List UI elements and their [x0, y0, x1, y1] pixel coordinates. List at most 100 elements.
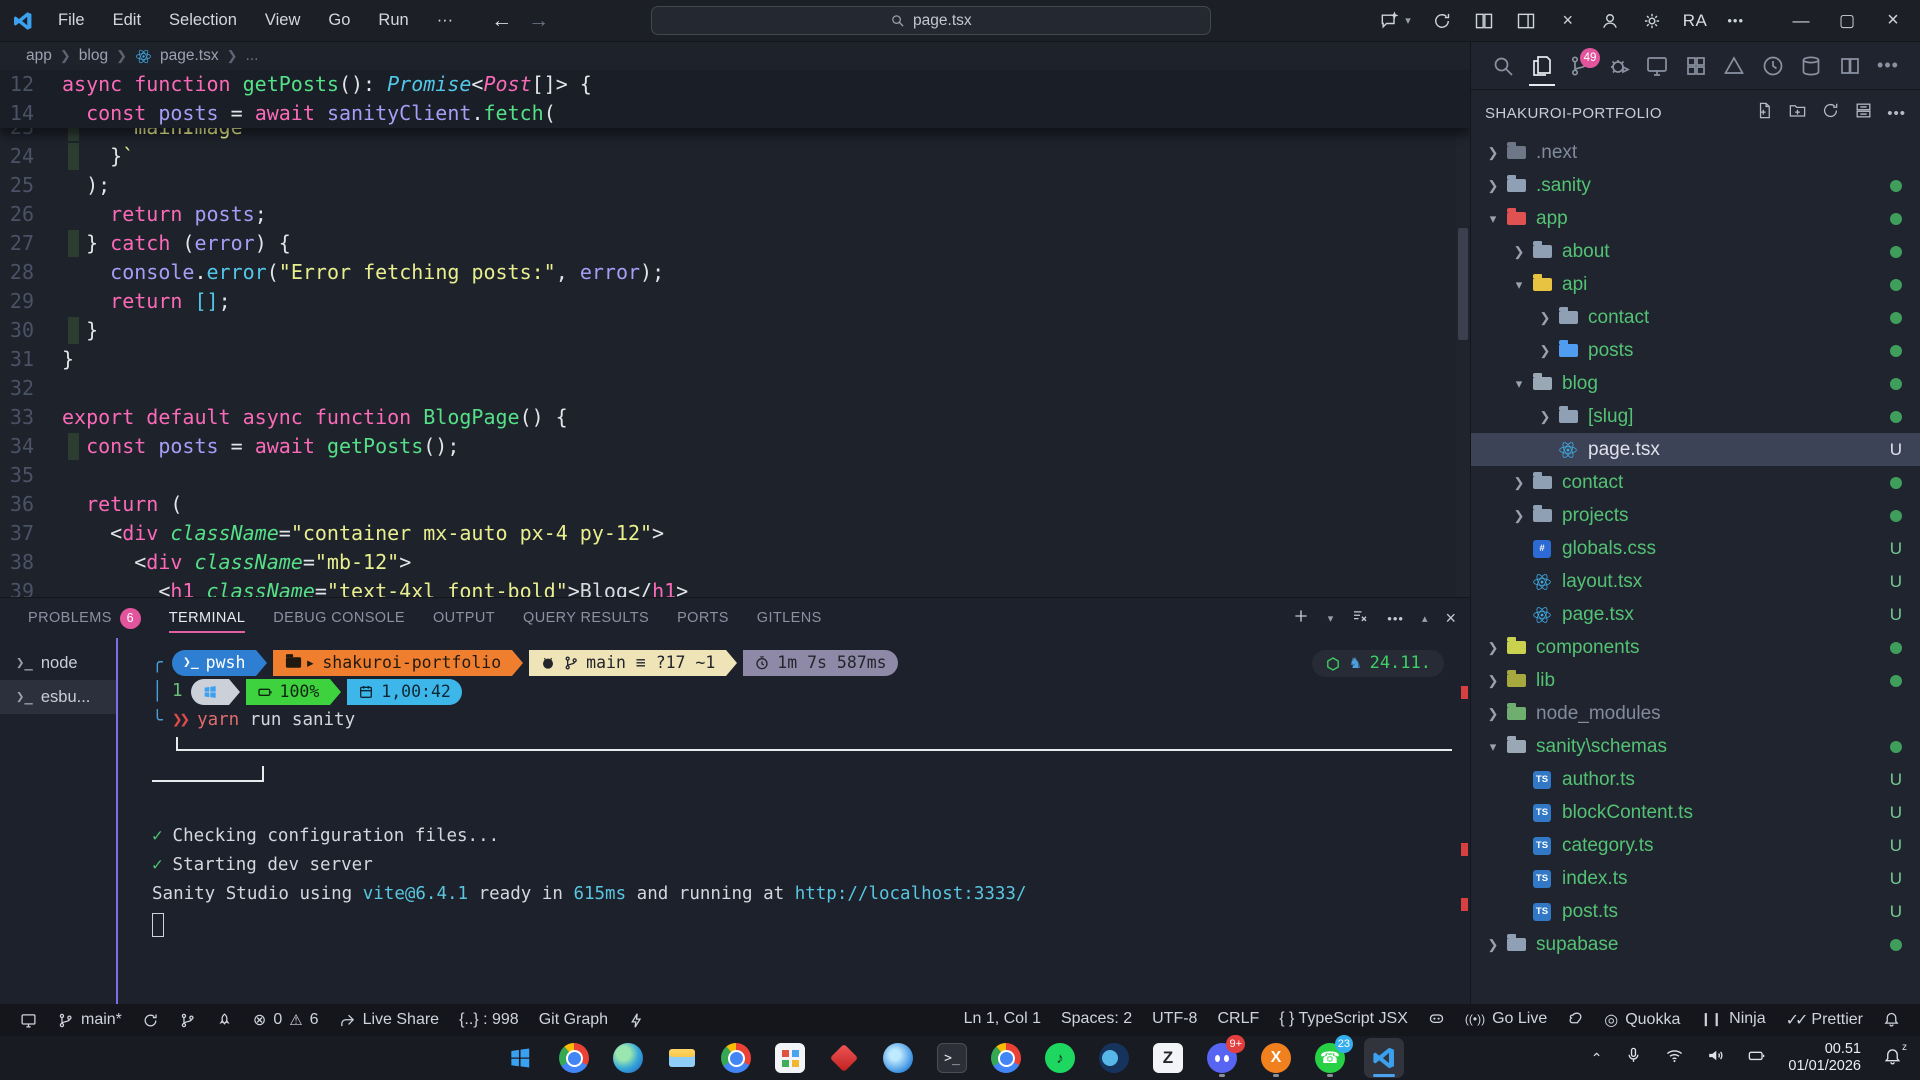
taskbar-red-diamond-app[interactable] [824, 1038, 864, 1078]
eol[interactable]: CRLF [1207, 1010, 1269, 1028]
timeline-icon[interactable] [1757, 46, 1789, 86]
breadcrumb-overflow[interactable]: ... [246, 47, 259, 65]
copilot-chat-icon[interactable] [1378, 10, 1400, 32]
settings-gear-icon[interactable] [1641, 10, 1663, 32]
taskbar-whatsapp[interactable]: ☎23 [1310, 1038, 1350, 1078]
panel-tab-ports[interactable]: PORTS [663, 598, 743, 638]
tree-item-slug[interactable]: ❯[slug] [1471, 400, 1920, 433]
extensions-icon[interactable] [1680, 46, 1712, 86]
taskbar-blue-swirl-app[interactable] [878, 1038, 918, 1078]
panel-tab-problems[interactable]: PROBLEMS6 [14, 598, 155, 638]
menu-view[interactable]: View [253, 6, 312, 35]
tree-item-projects[interactable]: ❯projects [1471, 499, 1920, 532]
window-close-icon[interactable]: × [1870, 0, 1916, 41]
problems-button[interactable]: ⊗0⚠6 [243, 1004, 329, 1036]
history-icon[interactable] [1431, 10, 1453, 32]
new-terminal-icon[interactable] [1292, 607, 1310, 630]
live-share-button[interactable]: Live Share [329, 1004, 450, 1036]
tree-item-pagetsx[interactable]: page.tsxU [1471, 433, 1920, 466]
window-minimize-icon[interactable]: — [1778, 0, 1824, 41]
panel-tab-gitlens[interactable]: GITLENS [743, 598, 836, 638]
terminal-tab-esbu[interactable]: ❯_esbu... [0, 680, 116, 714]
activity-more-icon[interactable]: ••• [1872, 46, 1904, 86]
panel-tab-output[interactable]: OUTPUT [419, 598, 509, 638]
panel-more-icon[interactable]: ••• [1387, 611, 1404, 626]
customize-layout-icon[interactable] [1515, 10, 1537, 32]
taskbar-start-button[interactable] [500, 1038, 540, 1078]
explorer-more-icon[interactable]: ••• [1887, 105, 1906, 122]
profile-initials[interactable]: RA [1683, 11, 1708, 31]
rocket-button[interactable] [206, 1004, 243, 1036]
taskbar-xampp[interactable]: X [1256, 1038, 1296, 1078]
prettier-button[interactable]: ✓✓Prettier [1776, 1010, 1873, 1030]
menu-[interactable]: ··· [425, 6, 465, 35]
volume-icon[interactable] [1706, 1046, 1725, 1070]
editor-scrollbar[interactable] [1456, 70, 1470, 597]
menu-go[interactable]: Go [316, 6, 362, 35]
tree-item-sanity[interactable]: ❯.sanity [1471, 169, 1920, 202]
tree-item-pagetsx[interactable]: page.tsxU [1471, 598, 1920, 631]
tree-item-indexts[interactable]: TSindex.tsU [1471, 862, 1920, 895]
tree-item-app[interactable]: ▾app [1471, 202, 1920, 235]
remote-button[interactable] [10, 1004, 47, 1036]
remote-explorer-icon[interactable] [1641, 46, 1673, 86]
terminal-tab-node[interactable]: ❯_node [0, 646, 116, 680]
go-live-button[interactable]: ((•))Go Live [1455, 1010, 1557, 1028]
tree-item-contact[interactable]: ❯contact [1471, 301, 1920, 334]
terminal-profile-dropdown-icon[interactable]: ▾ [1328, 612, 1334, 625]
taskbar-z-notes-app[interactable]: Z [1148, 1038, 1188, 1078]
editor-scrollbar-thumb[interactable] [1458, 228, 1468, 340]
nav-back-icon[interactable]: ← [491, 9, 512, 33]
compare-button[interactable] [169, 1004, 206, 1036]
taskbar-chrome[interactable] [554, 1038, 594, 1078]
taskbar-spotify[interactable]: ♪ [1040, 1038, 1080, 1078]
taskbar-chrome-beta[interactable] [716, 1038, 756, 1078]
sync-button[interactable] [132, 1004, 169, 1036]
tree-item-postts[interactable]: TSpost.tsU [1471, 895, 1920, 928]
command-center-search[interactable]: page.tsx [651, 6, 1211, 35]
tree-item-lib[interactable]: ❯lib [1471, 664, 1920, 697]
tree-item-api[interactable]: ▾api [1471, 268, 1920, 301]
taskbar-file-explorer[interactable] [662, 1038, 702, 1078]
tree-item-posts[interactable]: ❯posts [1471, 334, 1920, 367]
tree-item-blockContentts[interactable]: TSblockContent.tsU [1471, 796, 1920, 829]
new-folder-icon[interactable] [1788, 101, 1807, 125]
search-icon[interactable] [1487, 46, 1519, 86]
copilot-chat-dropdown-icon[interactable]: ▾ [1405, 14, 1411, 27]
copilot-button[interactable] [1418, 1010, 1455, 1027]
taskbar-edge[interactable] [608, 1038, 648, 1078]
explorer-icon[interactable] [1526, 46, 1558, 86]
titlebar-more-icon[interactable]: ••• [1727, 13, 1744, 28]
breadcrumb-item[interactable]: app [26, 47, 52, 65]
terminal[interactable]: ╭❯_pwsh▸shakuroi-portfoliomain ≡ ?17 ~11… [118, 638, 1470, 1004]
microphone-icon[interactable] [1624, 1046, 1643, 1070]
taskbar-terminal-app[interactable]: >_ [932, 1038, 972, 1078]
new-file-icon[interactable] [1755, 101, 1774, 125]
code-editor[interactable]: 12async function getPosts(): Promise<Pos… [0, 70, 1470, 597]
panel-tab-debug-console[interactable]: DEBUG CONSOLE [259, 598, 419, 638]
tree-item-components[interactable]: ❯components [1471, 631, 1920, 664]
tree-item-authorts[interactable]: TSauthor.tsU [1471, 763, 1920, 796]
tree-item-supabase[interactable]: ❯supabase [1471, 928, 1920, 961]
zap-button[interactable] [618, 1004, 655, 1036]
taskbar-chrome-2[interactable] [986, 1038, 1026, 1078]
account-icon[interactable] [1599, 10, 1621, 32]
indentation[interactable]: Spaces: 2 [1051, 1010, 1142, 1028]
database-icon[interactable] [1795, 46, 1827, 86]
tree-item-about[interactable]: ❯about [1471, 235, 1920, 268]
cursor-position[interactable]: Ln 1, Col 1 [954, 1010, 1051, 1028]
docs-icon[interactable] [1834, 46, 1866, 86]
breadcrumb[interactable]: app❯blog❯page.tsx❯... [0, 42, 1470, 70]
tree-item-blog[interactable]: ▾blog [1471, 367, 1920, 400]
squirrel-button[interactable] [1557, 1010, 1594, 1027]
tree-item-nodemodules[interactable]: ❯node_modules [1471, 697, 1920, 730]
breadcrumb-item[interactable]: page.tsx [160, 47, 219, 65]
refresh-explorer-icon[interactable] [1821, 101, 1840, 125]
breadcrumb-item[interactable]: blog [79, 47, 108, 65]
tree-item-contact[interactable]: ❯contact [1471, 466, 1920, 499]
tray-expand-icon[interactable]: ⌃ [1591, 1050, 1603, 1067]
debug-icon[interactable] [1603, 46, 1635, 86]
menu-file[interactable]: File [46, 6, 97, 35]
notifications[interactable] [1873, 1010, 1910, 1027]
taskbar-discord[interactable]: 9+ [1202, 1038, 1242, 1078]
